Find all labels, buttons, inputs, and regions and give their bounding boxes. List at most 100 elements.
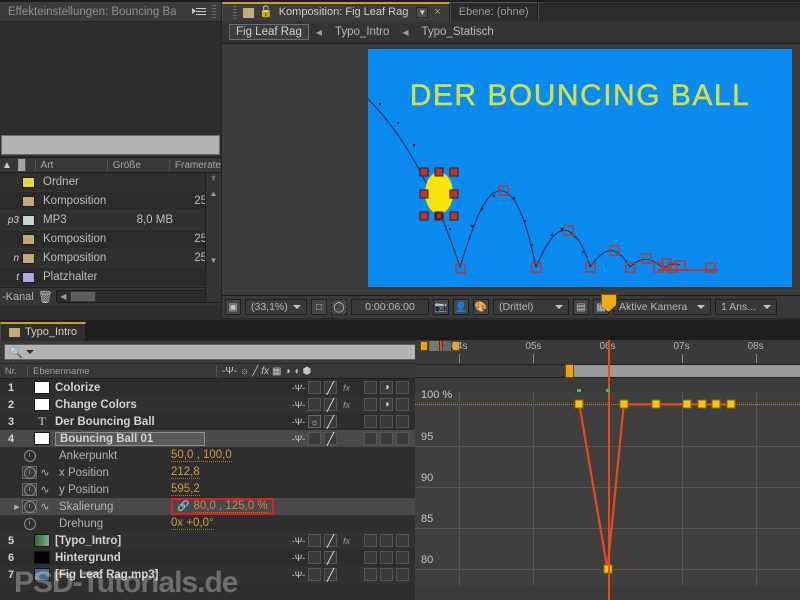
chevron-down-icon[interactable] [555,305,563,309]
work-area-start-handle[interactable] [420,341,428,351]
keyframe-handle[interactable] [712,400,721,409]
fx-toggle[interactable] [340,568,353,581]
breadcrumb-item[interactable]: Typo_Statisch [416,25,500,39]
keyframe-handle[interactable] [727,400,736,409]
shy-toggle[interactable]: -Ψ- [292,551,305,564]
toggle-alpha-icon[interactable]: ▣ [225,299,241,315]
layer-name[interactable]: Change Colors [55,399,215,411]
mask-visibility-icon[interactable]: ◯ [331,299,347,315]
stopwatch-toggle[interactable] [22,518,37,530]
region-of-interest-icon[interactable]: □ [311,299,327,315]
shy-toggle[interactable]: -Ψ- [292,398,305,411]
timeline-layer-row[interactable]: 1Colorize-Ψ-╱fx◑ [0,379,415,396]
effect-controls-titlebar[interactable]: Effekteinstellungen: Bouncing Ba [0,0,221,22]
motion-blur-toggle[interactable] [380,534,393,547]
motion-blur-icon[interactable]: ◑ [284,366,290,377]
tab-typo-intro[interactable]: Typo_Intro [0,322,86,341]
timeline-layer-row[interactable]: 3TDer Bouncing Ball-Ψ-☼╱ [0,413,415,430]
panel-grip[interactable] [231,6,238,20]
chevron-down-icon[interactable]: ▼ [416,7,428,18]
motion-blur-toggle[interactable] [380,568,393,581]
label-tag-icon[interactable]: █ [14,160,30,171]
adjustment-icon[interactable]: ◖ [294,366,300,377]
stopwatch-toggle[interactable] [22,500,37,513]
show-snapshot-icon[interactable]: 👤 [453,299,469,315]
sun-toggle[interactable] [308,381,321,394]
3d-toggle[interactable] [396,381,409,394]
frame-blend-icon[interactable]: ▦ [272,366,281,377]
quality-icon[interactable]: ╱ [252,366,258,377]
layer-name[interactable]: [Typo_Intro] [55,535,215,547]
property-value[interactable]: 50,0 , 100,0 [171,449,232,462]
project-item-color-swatch[interactable] [22,196,35,207]
chevron-down-icon[interactable] [293,305,301,309]
layer-color-swatch[interactable] [34,381,50,394]
motion-blur-toggle[interactable]: ◑ [380,398,393,411]
project-item-row[interactable]: Komposition25 [0,192,221,211]
breadcrumb-item[interactable]: Fig Leaf Rag [229,24,309,40]
property-row[interactable]: ▶∿Skalierung🔗80,0 , 125,0 % [0,498,415,515]
frame-blend-toggle[interactable] [364,551,377,564]
property-value[interactable]: 595,2 [171,483,200,496]
sun-toggle[interactable]: ☼ [308,415,321,428]
3d-toggle[interactable] [396,534,409,547]
timeline-layer-row[interactable]: 2Change Colors-Ψ-╱fx◑ [0,396,415,413]
motion-blur-toggle[interactable] [380,551,393,564]
sun-toggle[interactable] [308,568,321,581]
project-item-color-swatch[interactable] [22,272,35,283]
shy-toggle[interactable]: -Ψ- [292,432,305,445]
tab-composition[interactable]: 🔓Komposition: Fig Leaf Rag▼× [222,2,450,21]
frame-blend-toggle[interactable] [364,568,377,581]
channel-icon[interactable]: 🎨 [473,299,489,315]
layer-color-swatch[interactable] [34,398,50,411]
views-select[interactable]: 1 Ans... [715,299,777,315]
keyframe-handle[interactable] [682,400,691,409]
frame-blend-toggle[interactable] [364,381,377,394]
property-row[interactable]: ∿y Position595,2 [0,481,415,498]
frame-blend-toggle[interactable] [364,432,377,445]
layer-color-swatch[interactable] [34,551,50,564]
shy-toggle[interactable]: -Ψ- [292,381,305,394]
sort-arrow-icon[interactable]: ▲ [0,160,14,171]
project-item-row[interactable]: nKomposition25 [0,249,221,268]
property-row[interactable]: Drehung0x +0,0° [0,515,415,532]
motion-blur-toggle[interactable] [380,432,393,445]
shy-toggle[interactable]: -Ψ- [292,415,305,428]
timeline-layer-row[interactable]: 4Bouncing Ball 01-Ψ-╱ [0,430,415,447]
link-icon[interactable]: 🔗 [177,501,189,512]
quality-toggle[interactable]: ╱ [324,551,337,564]
chevron-down-icon[interactable] [697,305,705,309]
flowchart-icon[interactable]: ♆ [206,173,221,189]
scroll-up-icon[interactable]: ▲ [206,189,221,198]
project-item-row[interactable]: tPlatzhalter [0,268,221,287]
timeline-layer-row[interactable]: 7[Fig Leaf Rag.mp3]-Ψ-╱ [0,566,415,583]
effect-controls-field[interactable] [1,135,220,155]
close-icon[interactable]: × [434,3,440,22]
layer-name[interactable]: Der Bouncing Ball [55,416,215,428]
quality-toggle[interactable]: ╱ [324,568,337,581]
timeline-layer-row[interactable]: 6Hintergrund-Ψ-╱ [0,549,415,566]
project-column-header[interactable]: ▲ █ Art Größe Framerate [0,157,221,173]
layer-name[interactable]: Colorize [55,382,215,394]
motion-blur-toggle[interactable]: ◑ [380,381,393,394]
project-vscrollbar[interactable]: ♆▲▼ [205,173,221,302]
motion-blur-toggle[interactable] [380,415,393,428]
property-value[interactable]: 80,0 , 125,0 % [193,500,267,513]
fx-toggle[interactable]: fx [340,381,353,394]
frame-blend-toggle[interactable] [364,415,377,428]
fx-toggle[interactable]: fx [340,534,353,547]
tab-layer[interactable]: Ebene: (ohne) [450,2,538,21]
chevron-down-icon[interactable] [763,305,771,309]
3d-icon[interactable]: ⬢ [303,366,312,377]
sun-toggle[interactable] [308,432,321,445]
frame-blend-toggle[interactable] [364,534,377,547]
graph-plot-area[interactable]: 100 %95908580 [415,392,800,586]
quality-toggle[interactable]: ╱ [324,432,337,445]
layer-name[interactable]: Bouncing Ball 01 [55,432,205,446]
property-value[interactable]: 0x +0,0° [171,517,214,530]
keyframe-handle[interactable] [652,400,661,409]
playhead[interactable] [608,340,610,600]
trash-icon[interactable]: 🗑 [38,290,52,304]
property-row[interactable]: ∿x Position212,8 [0,464,415,481]
workbar-start-handle[interactable] [565,364,574,378]
